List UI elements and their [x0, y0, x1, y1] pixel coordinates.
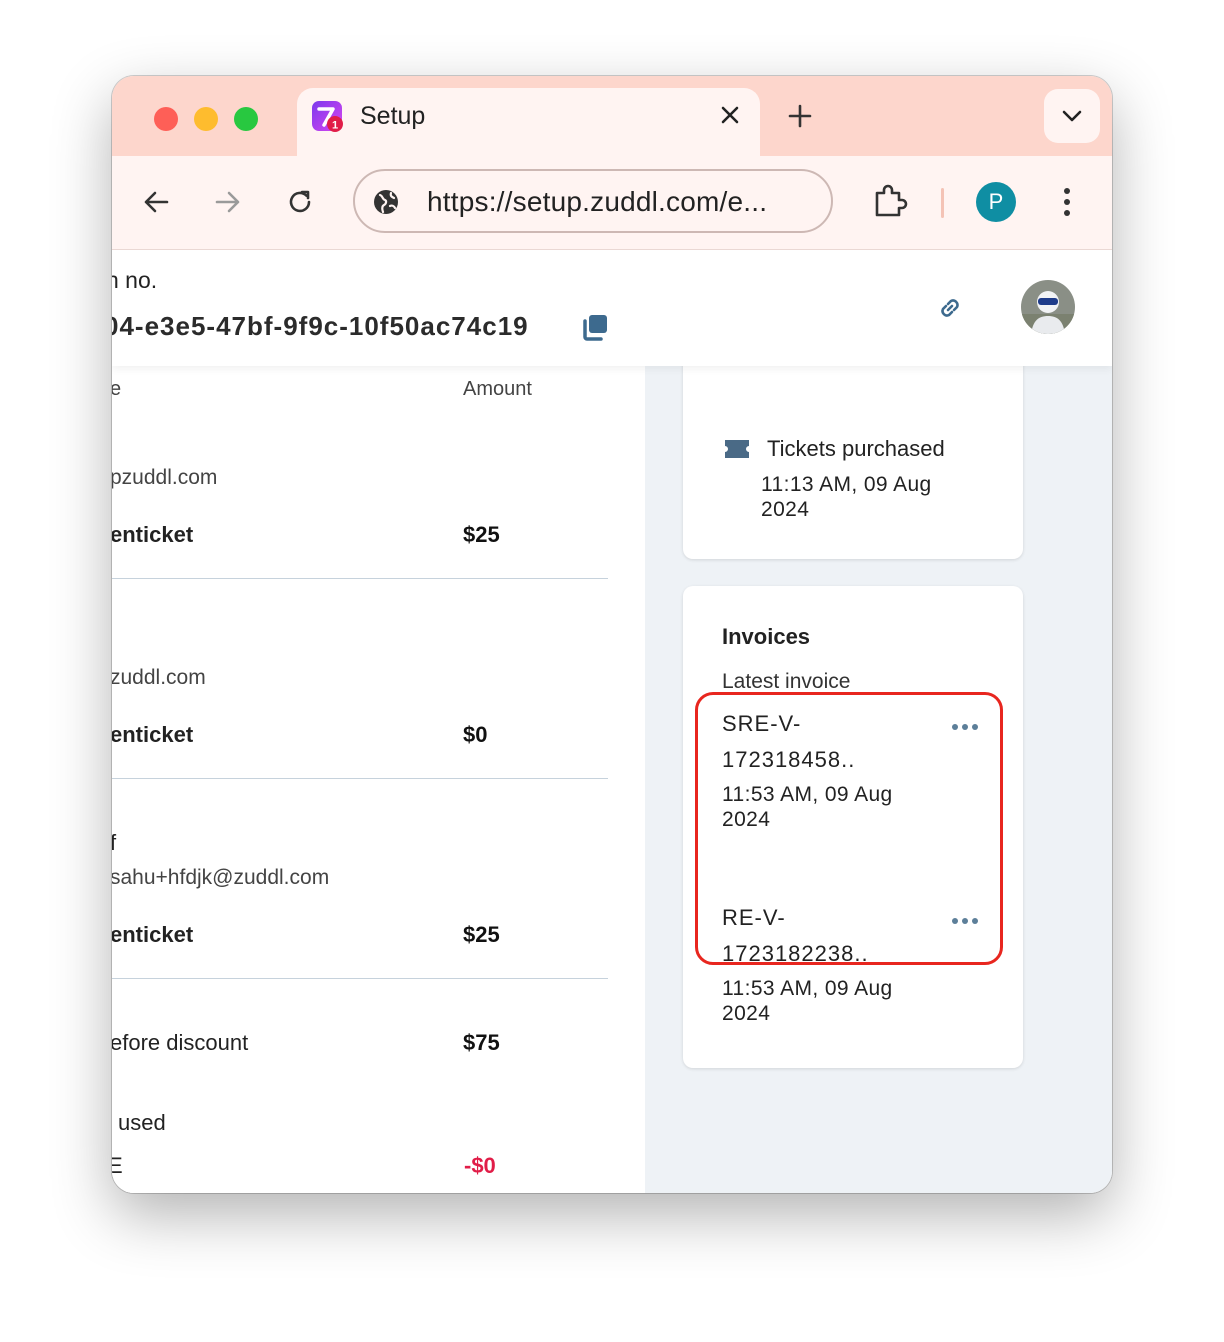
coupon-code-label: E	[112, 1153, 123, 1178]
invoices-heading: Invoices	[722, 624, 811, 649]
user-avatar[interactable]	[1021, 280, 1075, 334]
svg-text:1: 1	[332, 120, 338, 132]
copy-icon[interactable]	[580, 312, 610, 342]
tab-title: Setup	[360, 102, 426, 130]
attendee-name: l	[112, 630, 113, 654]
reload-icon[interactable]	[280, 182, 320, 222]
order-header: n no. 04-e3e5-47bf-9f9c-10f50ac74c19	[112, 250, 1112, 366]
activity-time: 11:13 AM, 09 Aug 2024	[761, 473, 932, 521]
order-details-pane: e Amount pzuddl.com enticket $25 l zuddl…	[112, 250, 645, 1193]
zuddl-favicon-icon: 1	[312, 101, 343, 132]
subtotal-label: efore discount	[112, 1030, 249, 1055]
back-arrow-icon[interactable]	[136, 182, 176, 222]
site-info-globe-icon[interactable]	[371, 187, 401, 217]
profile-avatar[interactable]: P	[976, 182, 1016, 222]
ticket-type: enticket	[112, 722, 194, 747]
subtotal-value: $75	[463, 1030, 500, 1055]
ticket-amount: $0	[463, 722, 488, 747]
toolbar-divider	[941, 188, 944, 218]
tab-search-chevron-down-icon[interactable]	[1044, 89, 1100, 143]
column-header-amount: Amount	[463, 378, 532, 400]
page-content: e Amount pzuddl.com enticket $25 l zuddl…	[112, 250, 1112, 1193]
row-divider	[112, 978, 608, 979]
attendee-email: pzuddl.com	[112, 466, 218, 489]
tab-setup[interactable]: 1 Setup	[297, 88, 760, 156]
browser-menu-kebab-icon[interactable]	[1052, 182, 1082, 222]
invoice-time: 11:53 AM, 09 Aug 2024	[722, 977, 893, 1025]
latest-invoice-highlight	[695, 692, 1003, 965]
tab-close-icon[interactable]	[713, 98, 747, 132]
address-bar[interactable]: https://setup.zuddl.com/e...	[353, 169, 833, 233]
url-text: https://setup.zuddl.com/e...	[427, 186, 768, 217]
attendee-email: sahu+hfdjk@zuddl.com	[112, 866, 330, 889]
column-header-name: e	[112, 378, 122, 400]
ticket-amount: $25	[463, 922, 500, 947]
maximize-window-button[interactable]	[234, 107, 258, 131]
attendee-email: zuddl.com	[112, 666, 206, 689]
attendee-name: f	[112, 830, 117, 855]
latest-invoice-label: Latest invoice	[722, 670, 851, 693]
discount-value: -$0	[464, 1153, 496, 1178]
order-number-label: n no.	[112, 267, 158, 293]
new-tab-plus-icon[interactable]	[781, 97, 819, 135]
coupon-used-label: used	[118, 1110, 166, 1135]
ticket-type: enticket	[112, 522, 194, 547]
extensions-puzzle-icon[interactable]	[870, 182, 910, 222]
forward-arrow-icon[interactable]	[208, 182, 248, 222]
close-window-button[interactable]	[154, 107, 178, 131]
link-icon[interactable]	[934, 292, 966, 324]
ticket-type: enticket	[112, 922, 194, 947]
browser-toolbar: https://setup.zuddl.com/e... P	[112, 156, 1112, 250]
ticket-icon	[725, 440, 749, 458]
order-id: 04-e3e5-47bf-9f9c-10f50ac74c19	[112, 311, 529, 341]
activity-title: Tickets purchased	[767, 436, 945, 461]
row-divider	[112, 578, 608, 579]
minimize-window-button[interactable]	[194, 107, 218, 131]
browser-window: 1 Setup https://setup.zuddl.com/e... P e…	[112, 76, 1112, 1193]
tab-strip: 1 Setup	[112, 76, 1112, 156]
row-divider	[112, 778, 608, 779]
ticket-amount: $25	[463, 522, 500, 547]
